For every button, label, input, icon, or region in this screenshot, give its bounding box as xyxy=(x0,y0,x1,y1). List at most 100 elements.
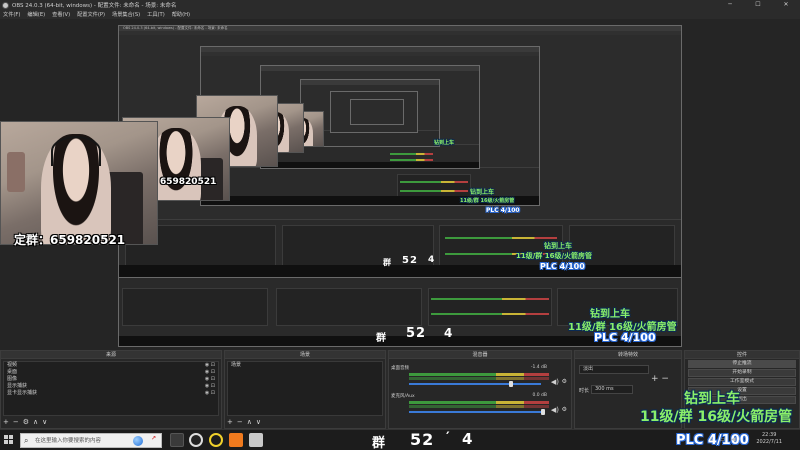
hud-number-right-small: 4 xyxy=(428,255,436,265)
stop-streaming-button[interactable]: 停止推流 xyxy=(688,360,796,368)
browser-ball-icon[interactable] xyxy=(133,436,143,446)
search-icon: ⌕ xyxy=(24,436,29,445)
preview-canvas[interactable]: OBS 24.0.3 (64-bit, windows) - 配置文件: 未命名… xyxy=(0,19,800,350)
ring-app-icon[interactable] xyxy=(209,433,223,447)
gear-icon[interactable]: ⚙ xyxy=(23,418,29,426)
source-item[interactable]: 视频 ◉ ⊡ xyxy=(4,362,218,369)
hud-number-left-large: 52 xyxy=(410,430,435,449)
minimize-button[interactable]: ─ xyxy=(716,0,744,10)
gear-icon[interactable]: ⚙ xyxy=(562,406,567,413)
duration-label: 时长 xyxy=(579,388,590,394)
promo-line1-large: 钻到上车 xyxy=(684,391,740,407)
hud-number-left-small: 52 xyxy=(402,255,418,266)
promo-line1-l2: 钻到上车 xyxy=(544,242,572,250)
visibility-lock-icons[interactable]: ◉ ⊡ xyxy=(205,383,215,390)
visibility-lock-icons[interactable]: ◉ ⊡ xyxy=(205,390,215,397)
volume-meter xyxy=(409,377,549,380)
source-item[interactable]: 桌面 ◉ ⊡ xyxy=(4,369,218,376)
add-icon[interactable]: + xyxy=(3,418,9,426)
windows-taskbar: ⌕ 在这里输入你要搜索的内容 ↗ 群 52 ′ 4 PLC 4/100 ∧ ▭ … xyxy=(0,429,800,450)
window-app-icon[interactable] xyxy=(249,433,263,447)
speaker-icon[interactable]: ◀) xyxy=(551,378,559,386)
task-view-icon[interactable] xyxy=(170,433,184,447)
source-item[interactable]: 图像 ◉ ⊡ xyxy=(4,376,218,383)
start-recording-button[interactable]: 开始录制 xyxy=(688,369,796,377)
qq-group-text-main: 定群：659820521 xyxy=(14,233,126,247)
promo-line2-large: 11级/群 16级/火箭房管 xyxy=(640,409,793,425)
mixer-dock: 混音器 桌面音频 -1.4 dB ◀) ⚙ 麦克风/Aux 0.0 dB ◀) … xyxy=(388,350,572,429)
move-up-icon[interactable]: ∧ xyxy=(247,418,252,426)
scenes-dock-header: 来源 xyxy=(1,351,221,359)
close-button[interactable]: ✕ xyxy=(772,0,800,10)
menu-tools[interactable]: 工具(T) xyxy=(147,11,165,18)
source-item[interactable]: 显卡显示捕获 ◉ ⊡ xyxy=(4,390,218,397)
obs-logo-icon xyxy=(2,1,9,9)
search-placeholder: 在这里输入你要搜索的内容 xyxy=(35,438,102,444)
recursive-menubar xyxy=(119,31,681,35)
hud-glyph-large: 群 xyxy=(372,436,387,450)
remove-icon[interactable]: − xyxy=(13,418,19,426)
clock-time: 22:39 xyxy=(761,432,777,438)
add-transition-icon[interactable]: + − xyxy=(651,374,669,384)
orange-app-icon[interactable] xyxy=(229,433,243,447)
mixer-channel-desktop: 桌面音频 -1.4 dB ◀) ⚙ xyxy=(391,365,569,393)
menu-file[interactable]: 文件(F) xyxy=(3,11,20,18)
webcam-feed-main xyxy=(0,121,158,245)
window-title: OBS 24.0.3 (64-bit, windows) - 配置文件: 未命名… xyxy=(12,3,177,9)
qq-group-text-small: 659820521 xyxy=(160,177,217,187)
hud-glyph-mid: 群 xyxy=(376,333,387,344)
controls-dock-header: 控件 xyxy=(685,351,799,359)
add-icon[interactable]: + xyxy=(227,418,233,426)
dock-area: 来源 视频 ◉ ⊡ 桌面 ◉ ⊡ 图像 ◉ ⊡ 显示捕获 ◉ ⊡ 显卡显示捕获 ◉ ⊡ +… xyxy=(0,350,800,429)
clock-date: 2022/7/11 xyxy=(756,439,782,445)
mixer-channel-mic: 麦克风/Aux 0.0 dB ◀) ⚙ xyxy=(391,393,569,421)
transition-select[interactable]: 淡出 xyxy=(579,365,649,374)
visibility-lock-icons[interactable]: ◉ ⊡ xyxy=(205,369,215,376)
menu-help[interactable]: 帮助(H) xyxy=(172,11,190,18)
hud-glyph-small: 群 xyxy=(383,258,392,267)
promo-line2-mid: 11级/群 16级/火箭房管 xyxy=(460,198,515,204)
volume-slider-knob[interactable] xyxy=(541,409,545,415)
plc-mid: PLC 4/100 xyxy=(486,207,520,214)
hud-number-right-mid: 4 xyxy=(444,326,454,340)
maximize-button[interactable]: ☐ xyxy=(744,0,772,10)
source-item[interactable]: 显示捕获 ◉ ⊡ xyxy=(4,383,218,390)
obs-taskbar-icon[interactable] xyxy=(189,433,203,447)
taskbar-search-box[interactable]: ⌕ 在这里输入你要搜索的内容 ↗ xyxy=(20,433,162,448)
gear-icon[interactable]: ⚙ xyxy=(562,378,567,385)
scenes-dock: 来源 视频 ◉ ⊡ 桌面 ◉ ⊡ 图像 ◉ ⊡ 显示捕获 ◉ ⊡ 显卡显示捕获 ◉ ⊡ +… xyxy=(0,350,222,429)
volume-meter xyxy=(409,405,549,408)
channel-db: -1.4 dB xyxy=(530,365,547,370)
windows-start-icon[interactable] xyxy=(4,435,14,445)
sources-list[interactable]: 视频 ◉ ⊡ 桌面 ◉ ⊡ 图像 ◉ ⊡ 显示捕获 ◉ ⊡ 显卡显示捕获 ◉ ⊡ xyxy=(3,361,219,416)
volume-slider[interactable] xyxy=(409,411,541,413)
menu-view[interactable]: 查看(V) xyxy=(52,11,70,18)
system-tray-icons[interactable]: ∧ ▭ ◀) xyxy=(709,436,742,443)
visibility-lock-icons[interactable]: ◉ ⊡ xyxy=(205,376,215,383)
hud-mark-large: ′ xyxy=(446,430,451,446)
hud-number-right-large: 4 xyxy=(462,430,474,448)
plc-l2: PLC 4/100 xyxy=(540,262,585,271)
scene-list[interactable]: 场景 xyxy=(227,361,383,416)
taskbar-clock[interactable]: 22:39 2022/7/11 xyxy=(756,432,782,446)
move-down-icon[interactable]: ∨ xyxy=(256,418,261,426)
menu-scene-collection[interactable]: 场景集合(S) xyxy=(112,11,140,18)
menu-profile[interactable]: 配置文件(P) xyxy=(77,11,105,18)
transitions-dock-header: 转场特效 xyxy=(575,351,681,359)
promo-line1-small: 钻到上车 xyxy=(434,140,455,146)
volume-slider[interactable] xyxy=(409,383,541,385)
menu-edit[interactable]: 编辑(E) xyxy=(27,11,45,18)
scene-item[interactable]: 场景 xyxy=(228,362,382,369)
volume-slider-knob[interactable] xyxy=(509,381,513,387)
move-down-icon[interactable]: ∨ xyxy=(42,418,47,426)
studio-mode-button[interactable]: 工作室模式 xyxy=(688,378,796,386)
sources-toolbar: + − ⚙ ∧ ∨ xyxy=(3,417,219,426)
mixer-dock-header: 混音器 xyxy=(389,351,571,359)
move-up-icon[interactable]: ∧ xyxy=(33,418,38,426)
speaker-icon[interactable]: ◀) xyxy=(551,406,559,414)
visibility-lock-icons[interactable]: ◉ ⊡ xyxy=(205,362,215,369)
promo-line2-l2: 11级/群 16级/火箭房管 xyxy=(516,252,593,260)
channel-db: 0.0 dB xyxy=(532,393,547,398)
duration-input[interactable]: 300 ms xyxy=(591,385,633,394)
remove-icon[interactable]: − xyxy=(237,418,243,426)
